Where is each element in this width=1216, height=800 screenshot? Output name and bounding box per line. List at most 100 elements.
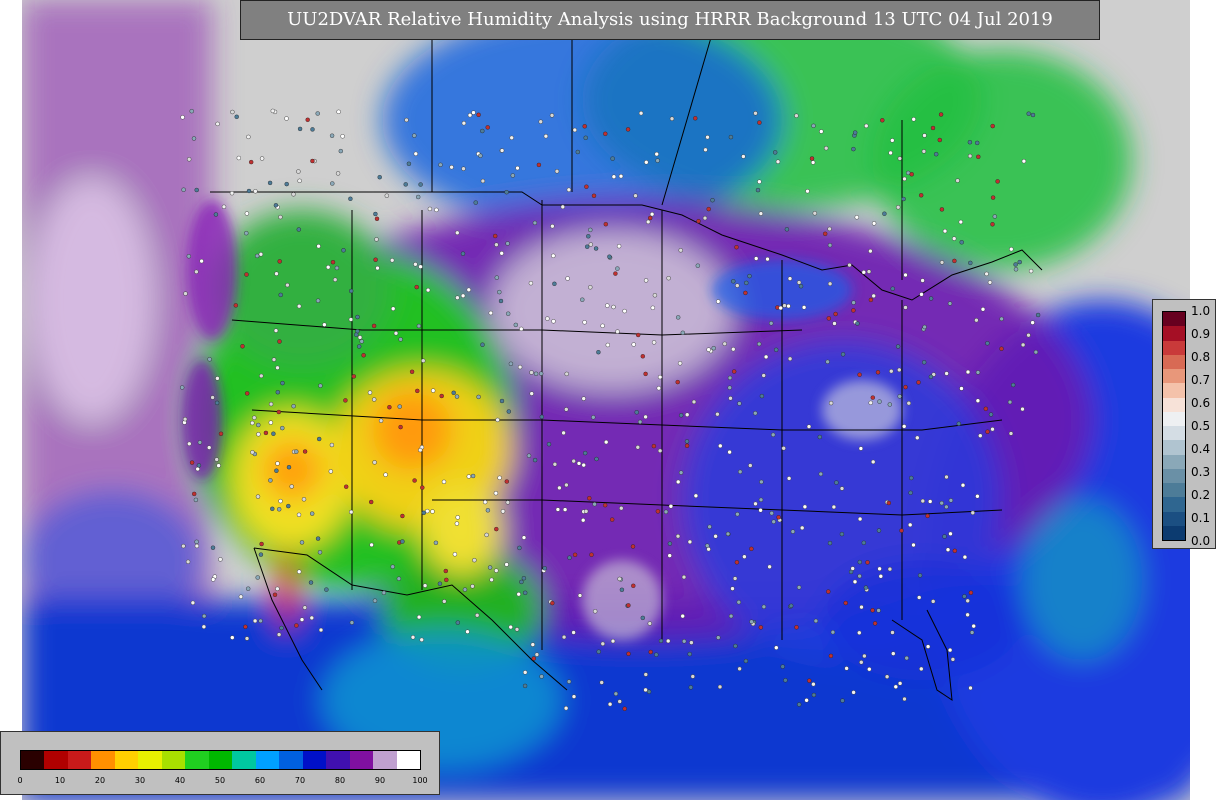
observation-dot — [591, 193, 597, 199]
observation-dot — [378, 418, 384, 423]
observation-colorbar-segment — [1163, 326, 1185, 341]
observation-dot — [514, 627, 520, 632]
observation-dot — [855, 321, 860, 326]
observation-dot — [539, 414, 544, 420]
observation-dot — [562, 507, 568, 512]
observation-dot — [383, 472, 388, 477]
observation-dot — [197, 440, 203, 445]
observation-dot — [454, 394, 460, 399]
observation-tick-label: 0.5 — [1191, 419, 1211, 433]
observation-colorbar-segment — [1163, 511, 1185, 526]
observation-dot — [521, 576, 527, 581]
observation-dot — [690, 674, 695, 679]
observation-dot — [919, 193, 924, 198]
observation-dot — [284, 181, 289, 187]
observation-dot — [349, 620, 355, 625]
observation-dot — [532, 457, 538, 463]
observation-dot — [859, 604, 864, 610]
observation-dot — [758, 625, 763, 630]
observation-dot — [582, 124, 587, 129]
observation-dot — [605, 303, 610, 308]
observation-dot — [254, 253, 260, 259]
humidity-colorbar-segment — [67, 751, 92, 769]
observation-dot — [944, 474, 949, 480]
observation-colorbar-segment — [1163, 383, 1185, 398]
observation-dot — [495, 417, 500, 423]
observation-dot — [326, 265, 331, 270]
observation-dot — [193, 497, 199, 503]
observation-dot — [722, 341, 727, 346]
observation-dot — [765, 256, 770, 262]
observation-dot — [908, 490, 913, 495]
observation-dot — [308, 580, 314, 585]
observation-dot — [871, 221, 877, 226]
observation-dot — [374, 216, 380, 222]
observation-dot — [258, 252, 264, 257]
observation-dot — [377, 174, 382, 180]
observation-dot — [273, 203, 279, 208]
observation-dot — [839, 486, 845, 491]
observation-dot — [767, 564, 772, 569]
observation-dot — [418, 447, 423, 453]
observation-dot — [322, 322, 327, 327]
observation-dot — [619, 506, 624, 511]
observation-dot — [833, 311, 838, 317]
observation-dot — [716, 635, 721, 640]
observation-dot — [259, 373, 264, 379]
observation-dot — [183, 291, 188, 296]
observation-dot — [500, 509, 506, 514]
observation-dot — [782, 303, 787, 308]
humidity-colorbar-segment — [91, 751, 115, 769]
observation-dot — [519, 326, 524, 332]
observation-dot — [828, 400, 834, 406]
observation-dot — [693, 493, 699, 498]
observation-dot — [654, 151, 659, 157]
observation-dot — [542, 566, 547, 571]
observation-dot — [730, 586, 735, 591]
humidity-colorbar-segment — [349, 751, 374, 769]
observation-dot — [199, 258, 204, 264]
observation-dot — [867, 667, 872, 672]
humidity-tick-label: 0 — [17, 776, 23, 785]
observation-dot — [286, 465, 292, 470]
observation-dot — [196, 463, 202, 468]
observation-dot — [826, 316, 831, 321]
observation-colorbar-segment — [1163, 525, 1185, 540]
observation-dot — [508, 361, 514, 366]
observation-dot — [980, 307, 986, 312]
observation-dot — [890, 286, 895, 291]
observation-dot — [571, 694, 577, 699]
observation-dot — [494, 526, 499, 532]
observation-dot — [564, 407, 569, 412]
humidity-tick-label: 90 — [374, 776, 386, 785]
observation-dot — [648, 215, 653, 221]
observation-dot — [529, 370, 534, 375]
observation-dot — [944, 371, 949, 376]
observation-dot — [947, 647, 953, 653]
observation-dot — [1030, 320, 1035, 325]
observation-dot — [552, 462, 558, 467]
observation-dot — [549, 113, 555, 118]
observation-dot — [271, 357, 277, 362]
observation-dot — [755, 187, 761, 193]
observation-dot — [539, 371, 544, 376]
observation-dot — [285, 282, 290, 288]
observation-dot — [806, 424, 812, 429]
observation-dot — [275, 390, 281, 395]
observation-dot — [771, 519, 776, 524]
observation-dot — [868, 248, 873, 254]
observation-dot — [896, 205, 901, 210]
observation-dot — [406, 161, 412, 167]
observation-dot — [851, 300, 856, 305]
observation-dot — [636, 332, 641, 338]
observation-dot — [617, 576, 622, 582]
humidity-map-canvas — [22, 0, 1190, 800]
observation-dot — [187, 441, 192, 446]
observation-dot — [969, 630, 975, 635]
observation-dot — [533, 371, 539, 376]
observation-dot — [615, 266, 620, 271]
observation-dot — [483, 499, 488, 505]
observation-dot — [355, 314, 360, 320]
observation-dot — [626, 651, 631, 656]
observation-dot — [499, 148, 505, 153]
